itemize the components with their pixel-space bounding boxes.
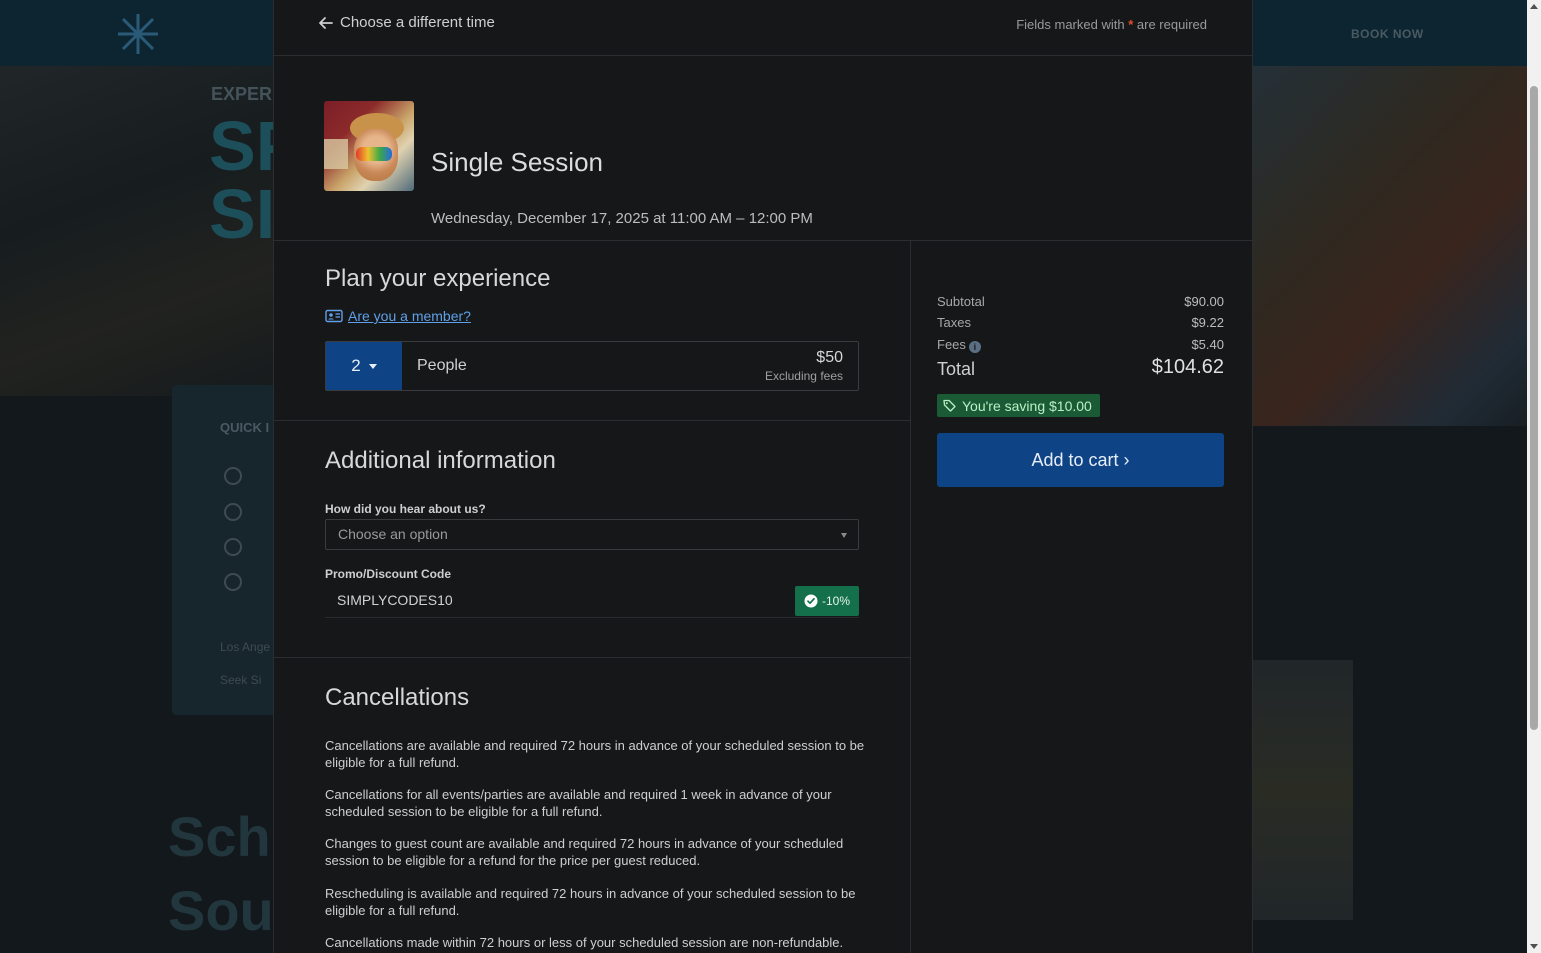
subtotal-label: Subtotal bbox=[937, 294, 985, 309]
choose-different-time-button[interactable]: Choose a different time bbox=[318, 14, 495, 31]
total-value: $104.62 bbox=[1151, 356, 1224, 378]
hear-about-label: How did you hear about us? bbox=[325, 502, 486, 516]
modal-topbar: Choose a different time Fields marked wi… bbox=[274, 0, 1252, 56]
ticket-price-note: Excluding fees bbox=[764, 369, 843, 383]
quick-link: Los Ange bbox=[220, 640, 271, 654]
arrow-left-icon bbox=[319, 16, 333, 29]
plan-section: Plan your experience Are you a member? 2 bbox=[274, 241, 911, 421]
session-title: Single Session bbox=[431, 147, 603, 177]
subtotal-row: Subtotal $90.00 bbox=[937, 294, 1224, 309]
total-label: Total bbox=[937, 359, 976, 379]
cancellations-section: Cancellations Cancellations are availabl… bbox=[274, 659, 911, 953]
quick-link: Seek Si bbox=[220, 673, 262, 687]
required-star: * bbox=[1128, 17, 1134, 32]
thumbnail-shelf bbox=[324, 139, 348, 169]
chevron-down-icon bbox=[841, 533, 847, 538]
background-kicker: EXPER bbox=[211, 84, 273, 104]
additional-info-section: Additional information How did you hear … bbox=[274, 422, 911, 658]
add-to-cart-button[interactable]: Add to cart › bbox=[937, 433, 1224, 487]
cancellation-policy-paragraph: Rescheduling is available and required 7… bbox=[325, 886, 856, 918]
booking-modal: Choose a different time Fields marked wi… bbox=[273, 0, 1253, 953]
scroll-up-arrow-icon[interactable] bbox=[1530, 4, 1538, 9]
scrollbar-thumb[interactable] bbox=[1530, 86, 1538, 730]
promo-applied-badge: -10% bbox=[795, 586, 859, 616]
person-icon bbox=[224, 467, 242, 485]
check-circle-icon bbox=[804, 594, 818, 608]
modal-body: Plan your experience Are you a member? 2 bbox=[274, 241, 1252, 953]
hear-about-select[interactable]: Choose an option bbox=[325, 519, 859, 550]
hear-about-placeholder: Choose an option bbox=[338, 526, 448, 542]
background-photo-right bbox=[1253, 66, 1527, 426]
member-card-icon bbox=[325, 309, 343, 323]
member-link[interactable]: Are you a member? bbox=[325, 308, 471, 324]
back-label: Choose a different time bbox=[340, 14, 495, 31]
thumbnail-toy bbox=[356, 147, 392, 161]
subtotal-value: $90.00 bbox=[1184, 294, 1224, 309]
fees-label: Fees bbox=[937, 337, 966, 352]
taxes-value: $9.22 bbox=[1191, 315, 1224, 330]
taxes-label: Taxes bbox=[937, 315, 971, 330]
promo-label: Promo/Discount Code bbox=[325, 567, 452, 581]
cancellation-policy-paragraph: Cancellations are available and required… bbox=[325, 738, 865, 770]
required-fields-note: Fields marked with * are required bbox=[1016, 17, 1207, 32]
taxes-row: Taxes $9.22 bbox=[937, 315, 1224, 330]
member-link-label: Are you a member? bbox=[348, 308, 471, 324]
quick-info-title: QUICK I bbox=[220, 420, 270, 435]
saving-text: You're saving $10.00 bbox=[962, 397, 1092, 414]
book-now-link: BOOK NOW bbox=[1351, 27, 1424, 41]
cancellations-heading: Cancellations bbox=[325, 684, 470, 711]
ticket-row: 2 People $50 Excluding fees bbox=[325, 341, 859, 391]
info-icon[interactable]: i bbox=[968, 341, 981, 353]
cancellation-policy-paragraph: Cancellations for all events/parties are… bbox=[325, 787, 832, 819]
session-datetime: Wednesday, December 17, 2025 at 11:00 AM… bbox=[431, 210, 813, 227]
promo-discount: -10% bbox=[821, 594, 850, 608]
session-thumbnail bbox=[324, 101, 414, 191]
required-suffix: are required bbox=[1136, 17, 1207, 32]
background-photo-right-lower bbox=[1253, 660, 1353, 920]
page-scrollbar[interactable] bbox=[1527, 0, 1541, 953]
tag-icon bbox=[943, 399, 956, 412]
quantity-select[interactable]: 2 bbox=[326, 342, 402, 390]
quick-info-card: QUICK I Los Ange Seek Si bbox=[172, 385, 282, 715]
cancellation-policy-paragraph: Changes to guest count are available and… bbox=[325, 836, 844, 868]
alert-icon bbox=[224, 538, 242, 556]
session-header: Single Session Wednesday, December 17, 2… bbox=[274, 56, 1252, 241]
scroll-down-arrow-icon[interactable] bbox=[1530, 944, 1538, 949]
site-logo-icon bbox=[118, 14, 158, 54]
accessibility-icon bbox=[224, 573, 242, 591]
booking-form: Plan your experience Are you a member? 2 bbox=[274, 241, 911, 953]
promo-code-input[interactable]: SIMPLYCODES10 -10% bbox=[325, 585, 859, 618]
additional-heading: Additional information bbox=[325, 447, 556, 474]
saving-badge: You're saving $10.00 bbox=[937, 394, 1100, 417]
quantity-value: 2 bbox=[351, 356, 361, 375]
order-summary: Subtotal $90.00 Taxes $9.22 Fees i $5.40 … bbox=[911, 241, 1252, 953]
cancellation-policy-paragraph: Cancellations made within 72 hours or le… bbox=[325, 935, 844, 950]
required-prefix: Fields marked with bbox=[1016, 17, 1125, 32]
promo-code-value: SIMPLYCODES10 bbox=[337, 592, 453, 608]
fees-value: $5.40 bbox=[1191, 337, 1224, 352]
plan-heading: Plan your experience bbox=[325, 265, 551, 292]
ticket-label: People bbox=[417, 357, 467, 374]
caret-down-icon bbox=[368, 363, 377, 369]
total-row: Total $104.62 bbox=[937, 356, 1224, 380]
clock-icon bbox=[224, 503, 242, 521]
ticket-price: $50 bbox=[816, 349, 843, 366]
fees-row: Fees i $5.40 bbox=[937, 337, 1224, 353]
